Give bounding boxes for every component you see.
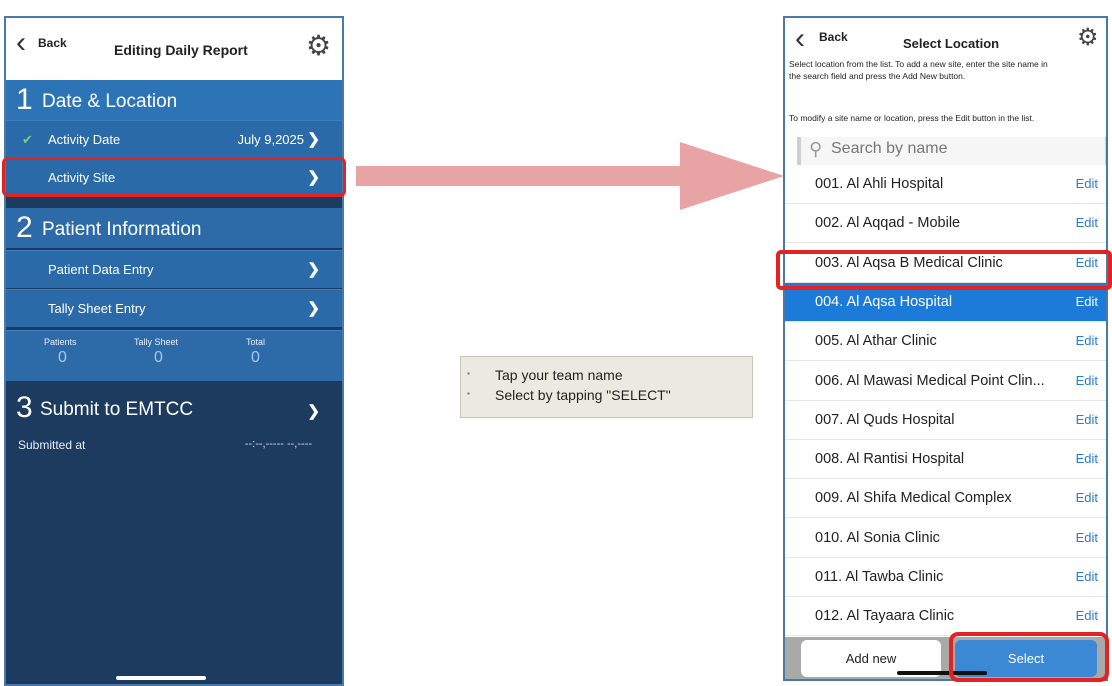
tally-sheet-entry-label: Tally Sheet Entry — [48, 301, 146, 316]
instruction-text-2: the search field and press the Add New b… — [789, 71, 966, 81]
activity-date-row[interactable]: ✔ Activity Date July 9,2025 ❯ — [6, 120, 342, 158]
instruction-text-3: To modify a site name or location, press… — [789, 113, 1035, 123]
location-name: 010. Al Sonia Clinic — [815, 529, 940, 546]
search-input[interactable] — [831, 140, 1101, 158]
direction-arrow — [356, 142, 784, 210]
location-row[interactable]: 001. Al Ahli Hospital Edit — [785, 165, 1106, 204]
section-title: Submit to EMTCC — [40, 399, 194, 420]
location-name: 009. Al Shifa Medical Complex — [815, 490, 1012, 507]
location-name: 011. Al Tawba Clinic — [815, 569, 944, 585]
location-row[interactable]: 011. Al Tawba Clinic Edit — [785, 558, 1106, 597]
total-count-value: 0 — [251, 349, 260, 366]
gear-icon[interactable]: ⚙ — [1077, 26, 1099, 50]
instruction-line-2: Select by tapping "SELECT" — [495, 387, 671, 403]
submitted-at-label: Submitted at — [18, 438, 86, 452]
bullet: ▪ — [467, 369, 470, 378]
edit-button[interactable]: Edit — [1076, 204, 1098, 242]
gear-icon[interactable]: ⚙ — [306, 32, 331, 60]
patient-data-entry-label: Patient Data Entry — [48, 262, 154, 277]
section-number: 2 — [16, 211, 33, 244]
patient-data-entry-row[interactable]: Patient Data Entry ❯ — [6, 250, 342, 288]
instruction-line-1: Tap your team name — [495, 367, 623, 383]
activity-date-label: Activity Date — [48, 132, 121, 147]
section-submit-header[interactable]: 3 Submit to EMTCC ❯ — [6, 388, 342, 428]
patients-count-label: Patients — [44, 337, 77, 347]
bullet: ▪ — [467, 389, 470, 398]
row-003-highlight — [776, 250, 1112, 290]
location-row[interactable]: 009. Al Shifa Medical Complex Edit — [785, 479, 1106, 519]
chevron-right-icon: ❯ — [307, 300, 320, 317]
activity-site-highlight — [2, 157, 346, 197]
location-name: 002. Al Aqqad - Mobile — [815, 215, 961, 232]
edit-button[interactable]: Edit — [1076, 165, 1098, 203]
page-title: Select Location — [903, 36, 1000, 51]
location-name: 006. Al Mawasi Medical Point Clin... — [815, 372, 1045, 389]
edit-button[interactable]: Edit — [1076, 479, 1098, 517]
edit-button[interactable]: Edit — [1076, 597, 1098, 635]
chevron-right-icon: ❯ — [307, 403, 320, 420]
location-row[interactable]: 012. Al Tayaara Clinic Edit — [785, 597, 1106, 637]
location-row[interactable]: 007. Al Quds Hospital Edit — [785, 400, 1106, 440]
check-icon: ✔ — [22, 132, 33, 147]
location-row[interactable]: 002. Al Aqqad - Mobile Edit — [785, 204, 1106, 244]
submitted-at-value: --:--,----- --,---- — [244, 438, 312, 450]
edit-button[interactable]: Edit — [1076, 322, 1098, 360]
edit-button[interactable]: Edit — [1076, 440, 1098, 478]
patients-count-value: 0 — [58, 349, 67, 366]
edit-button[interactable]: Edit — [1076, 519, 1098, 557]
location-name: 008. Al Rantisi Hospital — [815, 451, 965, 468]
tally-sheet-entry-row[interactable]: Tally Sheet Entry ❯ — [6, 289, 342, 327]
editing-daily-report-screen: ‹ Back Editing Daily Report ⚙ 1 Date & L… — [4, 16, 344, 686]
section-title: Patient Information — [42, 219, 202, 240]
location-row[interactable]: 005. Al Athar Clinic Edit — [785, 322, 1106, 362]
location-name: 007. Al Quds Hospital — [815, 411, 955, 428]
home-indicator — [116, 676, 206, 680]
page-title: Editing Daily Report — [114, 42, 248, 58]
location-row[interactable]: 008. Al Rantisi Hospital Edit — [785, 440, 1106, 480]
section-number: 3 — [16, 391, 33, 424]
location-row[interactable]: 006. Al Mawasi Medical Point Clin... Edit — [785, 361, 1106, 401]
location-name: 012. Al Tayaara Clinic — [815, 608, 955, 625]
nav-bar: ‹ Back Editing Daily Report ⚙ — [6, 18, 342, 80]
section-title: Date & Location — [42, 91, 178, 112]
edit-button[interactable]: Edit — [1076, 362, 1098, 400]
search-bar[interactable]: ⚲ — [797, 137, 1106, 165]
back-button[interactable]: Back — [38, 36, 67, 50]
location-row[interactable]: 010. Al Sonia Clinic Edit — [785, 518, 1106, 558]
back-button[interactable]: Back — [819, 30, 848, 44]
total-count-label: Total — [246, 337, 266, 347]
edit-button[interactable]: Edit — [1076, 558, 1098, 596]
chevron-right-icon: ❯ — [307, 261, 320, 278]
instruction-callout: ▪ Tap your team name ▪ Select by tapping… — [460, 356, 753, 418]
search-icon: ⚲ — [809, 139, 823, 159]
section-number: 1 — [16, 83, 33, 116]
edit-button[interactable]: Edit — [1076, 401, 1098, 439]
tally-count-label: Tally Sheet — [134, 337, 179, 347]
activity-date-value: July 9,2025 — [237, 132, 305, 147]
location-name: 005. Al Athar Clinic — [815, 333, 937, 350]
section-date-location-header: 1 Date & Location — [6, 80, 342, 120]
counts-summary: Patients 0 Tally Sheet 0 Total 0 — [6, 330, 342, 381]
instruction-text-1: Select location from the list. To add a … — [789, 59, 1048, 69]
section-patient-info-header: 2 Patient Information — [6, 208, 342, 248]
back-chevron-icon[interactable]: ‹ — [16, 28, 26, 58]
back-chevron-icon[interactable]: ‹ — [795, 24, 805, 54]
chevron-right-icon: ❯ — [307, 131, 320, 148]
tally-count-value: 0 — [154, 349, 163, 366]
select-location-screen: ‹ Back Select Location ⚙ Select location… — [783, 16, 1108, 681]
select-button-highlight — [949, 632, 1109, 682]
location-name: 001. Al Ahli Hospital — [815, 176, 944, 192]
